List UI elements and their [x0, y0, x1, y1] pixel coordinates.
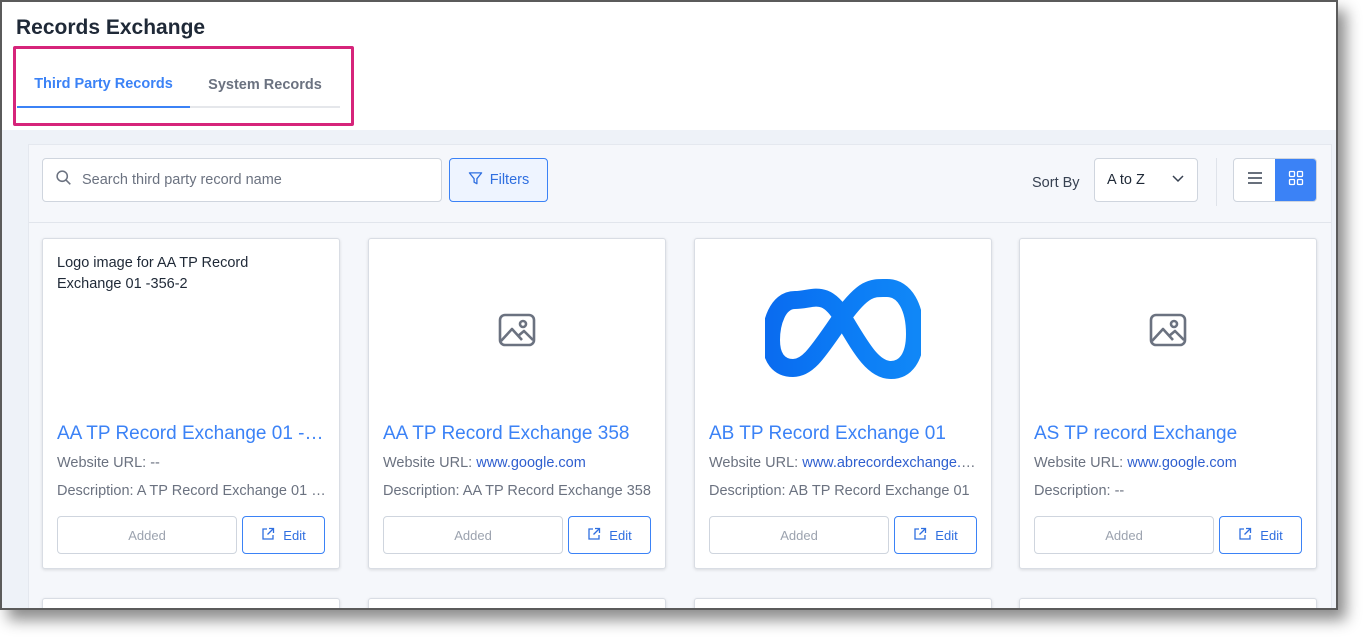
website-url-row: Website URL: --	[57, 455, 327, 471]
list-view-button[interactable]	[1234, 159, 1275, 201]
chevron-down-icon	[1171, 171, 1185, 189]
view-toggle	[1233, 158, 1317, 202]
meta-logo	[762, 278, 924, 387]
list-icon	[1247, 171, 1263, 190]
description-label: Description:	[709, 483, 786, 499]
record-card: AB TP Record Exchange 01 Website URL: ww…	[694, 238, 992, 569]
external-link-icon	[913, 527, 927, 544]
records-panel: Filters Sort By A to Z	[28, 144, 1332, 608]
description-value: A TP Record Exchange 01 -356-2	[136, 483, 327, 499]
image-placeholder-icon	[1149, 313, 1187, 352]
record-name-link[interactable]: AS TP record Exchange	[1034, 423, 1304, 445]
edit-label: Edit	[1260, 527, 1283, 543]
website-url-link[interactable]: www.abrecordexchange.com	[802, 455, 979, 471]
image-placeholder-icon	[498, 313, 536, 352]
description-row: Description: --	[1034, 483, 1304, 499]
record-card: AA TP Record Exchange 358 Website URL: w…	[368, 238, 666, 569]
grid-icon	[1288, 170, 1304, 191]
app-window: Records Exchange Third Party Records Sys…	[0, 0, 1338, 610]
website-url-label: Website URL:	[1034, 455, 1124, 471]
website-url-row: Website URL: www.abrecordexchange.com	[709, 455, 979, 471]
website-url-label: Website URL:	[57, 455, 147, 471]
website-url-link[interactable]: www.google.com	[1127, 455, 1237, 471]
added-button: Added	[1034, 516, 1214, 554]
edit-button[interactable]: Edit	[242, 516, 325, 554]
record-card-partial	[694, 598, 992, 608]
search-input[interactable]	[82, 172, 422, 188]
main-content: Filters Sort By A to Z	[2, 130, 1336, 608]
broken-logo-image: Logo image for AA TP Record Exchange 01 …	[57, 255, 249, 292]
record-card-partial	[42, 598, 340, 608]
website-url-label: Website URL:	[709, 455, 799, 471]
edit-button[interactable]: Edit	[568, 516, 651, 554]
website-url-link[interactable]: www.google.com	[476, 455, 586, 471]
search-box[interactable]	[42, 158, 442, 202]
record-name-link[interactable]: AA TP Record Exchange 01 -356-2	[57, 423, 327, 445]
website-url-row: Website URL: www.google.com	[1034, 455, 1304, 471]
external-link-icon	[261, 527, 275, 544]
tab-third-party-records[interactable]: Third Party Records	[17, 62, 190, 108]
edit-label: Edit	[283, 527, 306, 543]
website-url-value: --	[150, 455, 160, 471]
grid-view-button[interactable]	[1275, 159, 1316, 201]
description-row: Description: A TP Record Exchange 01 -35…	[57, 483, 327, 499]
logo-area	[1034, 253, 1302, 411]
website-url-label: Website URL:	[383, 455, 473, 471]
edit-label: Edit	[609, 527, 632, 543]
page-title: Records Exchange	[16, 16, 206, 39]
external-link-icon	[1238, 527, 1252, 544]
toolbar: Filters Sort By A to Z	[29, 145, 1331, 223]
website-url-row: Website URL: www.google.com	[383, 455, 653, 471]
external-link-icon	[587, 527, 601, 544]
tab-system-records[interactable]: System Records	[190, 62, 340, 108]
added-button: Added	[709, 516, 889, 554]
edit-button[interactable]: Edit	[894, 516, 977, 554]
added-button: Added	[383, 516, 563, 554]
filter-icon	[468, 171, 483, 190]
description-row: Description: AB TP Record Exchange 01	[709, 483, 979, 499]
search-icon	[55, 169, 72, 191]
record-card-partial	[1019, 598, 1317, 608]
record-card: Logo image for AA TP Record Exchange 01 …	[42, 238, 340, 569]
logo-area	[709, 253, 977, 411]
filters-button[interactable]: Filters	[449, 158, 548, 202]
logo-area	[383, 253, 651, 411]
record-name-link[interactable]: AB TP Record Exchange 01	[709, 423, 979, 445]
filters-label: Filters	[489, 172, 530, 188]
description-value: AA TP Record Exchange 358	[462, 483, 651, 499]
sort-value: A to Z	[1107, 172, 1145, 188]
record-card: AS TP record Exchange Website URL: www.g…	[1019, 238, 1317, 569]
sort-select[interactable]: A to Z	[1094, 158, 1198, 202]
record-name-link[interactable]: AA TP Record Exchange 358	[383, 423, 653, 445]
edit-label: Edit	[935, 527, 958, 543]
description-label: Description:	[57, 483, 134, 499]
description-label: Description:	[1034, 483, 1111, 499]
toolbar-divider	[1216, 158, 1217, 206]
description-row: Description: AA TP Record Exchange 358	[383, 483, 653, 499]
record-card-partial	[368, 598, 666, 608]
added-button: Added	[57, 516, 237, 554]
description-value: --	[1114, 483, 1125, 499]
sort-by-label: Sort By	[1032, 175, 1080, 191]
record-tabs: Third Party Records System Records	[17, 62, 340, 108]
description-value: AB TP Record Exchange 01	[788, 483, 970, 499]
description-label: Description:	[383, 483, 460, 499]
edit-button[interactable]: Edit	[1219, 516, 1302, 554]
